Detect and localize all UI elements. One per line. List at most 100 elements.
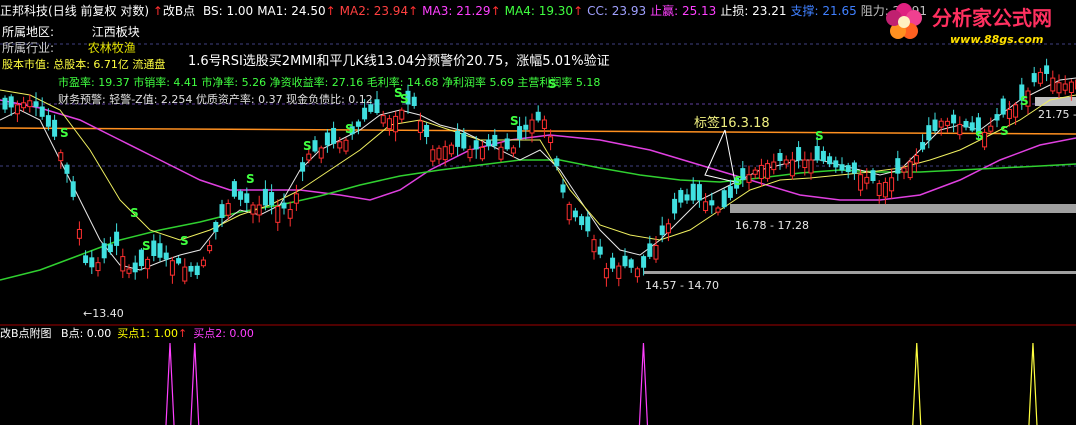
candle-body xyxy=(622,255,628,267)
candle-body xyxy=(616,265,622,279)
sell-signal-marker: S xyxy=(246,172,255,186)
market-value-row: 股本市值: 总股本: 6.71亿 流通盘 xyxy=(2,59,165,70)
candle-body xyxy=(120,256,126,272)
candle-body xyxy=(331,127,337,144)
candle-body xyxy=(76,228,82,239)
candle-body xyxy=(27,100,33,108)
candle-body xyxy=(1006,108,1012,119)
candle-body xyxy=(300,162,306,172)
sell-signal-marker: S xyxy=(60,126,69,140)
candle-body xyxy=(913,155,919,164)
candle-body xyxy=(275,205,281,223)
sell-signal-marker: S xyxy=(1020,94,1029,108)
candle-body xyxy=(901,167,907,173)
candle-body xyxy=(535,111,541,121)
candle-body xyxy=(994,114,1000,121)
candle-body xyxy=(851,162,857,174)
candle-body xyxy=(188,265,194,272)
watermark-logo: 分析家公式网 www.88gs.com xyxy=(876,0,1076,48)
candle-body xyxy=(951,114,957,124)
candle-body xyxy=(207,245,213,252)
candle-body xyxy=(107,244,113,253)
candle-body xyxy=(231,181,237,197)
candle-body xyxy=(380,115,386,124)
candle-body xyxy=(920,142,926,150)
finance-warning-text: 财务预警: 轻警-Z值: 2.254 优质资产率: 0.37 现金负债比: 0.… xyxy=(58,93,373,106)
candle-body xyxy=(560,184,566,193)
candle-body xyxy=(132,262,138,273)
candle-body xyxy=(238,191,244,200)
candle-body xyxy=(355,121,361,127)
candle-body xyxy=(448,144,454,155)
candle-body xyxy=(417,120,423,133)
candle-body xyxy=(411,96,417,107)
candle-body xyxy=(876,183,882,196)
sub-panel-value: B点: 0.00 xyxy=(61,327,112,340)
buy-signal-spike xyxy=(638,342,649,425)
candle-body xyxy=(510,147,516,154)
candle-body xyxy=(479,146,485,160)
candle-body xyxy=(771,161,777,171)
candle-body xyxy=(287,209,293,219)
candle-body xyxy=(647,243,653,257)
market-value-text: 股本市值: 总股本: 6.71亿 流通盘 xyxy=(2,58,166,71)
candle-body xyxy=(39,106,45,117)
sell-signal-marker: S xyxy=(130,206,139,220)
indicator-value: CC: 23.93 xyxy=(587,4,647,18)
candle-body xyxy=(312,140,318,152)
candle-body xyxy=(820,150,826,162)
signal-text: 1.6号RSI选股买2MMI和平几K线13.04分预警价20.75，涨幅5.01… xyxy=(188,54,610,69)
candle-body xyxy=(1031,73,1037,83)
candle-body xyxy=(796,147,802,161)
candle-body xyxy=(641,256,647,268)
candle-body xyxy=(963,121,969,128)
candle-body xyxy=(504,138,510,150)
candle-body xyxy=(293,193,299,204)
buy-signal-spike xyxy=(912,342,922,425)
industry-value: 农林牧渔 xyxy=(87,41,136,55)
candle-body xyxy=(684,194,690,201)
candle-body xyxy=(83,255,89,264)
candle-body xyxy=(436,147,442,160)
candle-body xyxy=(455,130,461,147)
sell-signal-marker: S xyxy=(345,122,354,136)
candle-body xyxy=(244,193,250,203)
indicator-values: BS: 1.00 MA1: 24.50↑ MA2: 23.94↑ MA3: 21.29… xyxy=(199,4,927,18)
indicator-value: MA3: 21.29 xyxy=(422,4,491,18)
candle-body xyxy=(182,266,188,282)
candle-body xyxy=(541,119,547,129)
indicator-value: MA1: 24.50 xyxy=(257,4,326,18)
candle-body xyxy=(393,115,399,133)
candle-body xyxy=(269,192,275,206)
candle-body xyxy=(58,152,64,162)
candle-body xyxy=(374,99,380,113)
indicator-value: 止损: 23.21 xyxy=(720,4,787,18)
candle-body xyxy=(101,243,107,259)
candle-body xyxy=(907,161,913,179)
chart-window[interactable]: SSSSSSSSSSSSSSSS 正邦科技(日线 前复权 对数) ↑改B点 BS… xyxy=(0,0,1076,425)
candle-body xyxy=(696,184,702,201)
candle-body xyxy=(324,132,330,146)
candle-body xyxy=(789,159,795,177)
candle-body xyxy=(200,259,206,267)
indicator-value: BS: 1.00 xyxy=(202,4,254,18)
candle-body xyxy=(461,133,467,149)
candle-body xyxy=(839,164,845,171)
candle-body xyxy=(281,202,287,209)
region-label: 所属地区: xyxy=(2,25,55,39)
buy-signal-spike xyxy=(165,342,175,425)
candle-body xyxy=(882,181,888,198)
candle-body xyxy=(969,122,975,131)
sub-panel-spikes xyxy=(165,342,1038,425)
sub-panel-title: 改B点附图 xyxy=(0,327,52,340)
indicator-value: 止赢: 25.13 xyxy=(650,4,717,18)
candle-body xyxy=(709,200,715,206)
fundamentals-text: 市盈率: 19.37 市销率: 4.41 市净率: 5.26 净资收益率: 27… xyxy=(58,76,601,89)
candle-body xyxy=(672,198,678,214)
indicator-value: MA4: 19.30 xyxy=(504,4,574,18)
candle-body xyxy=(727,186,733,198)
candle-body xyxy=(715,207,721,213)
candle-body xyxy=(585,216,591,232)
candle-body xyxy=(318,147,324,159)
candle-body xyxy=(1037,71,1043,84)
